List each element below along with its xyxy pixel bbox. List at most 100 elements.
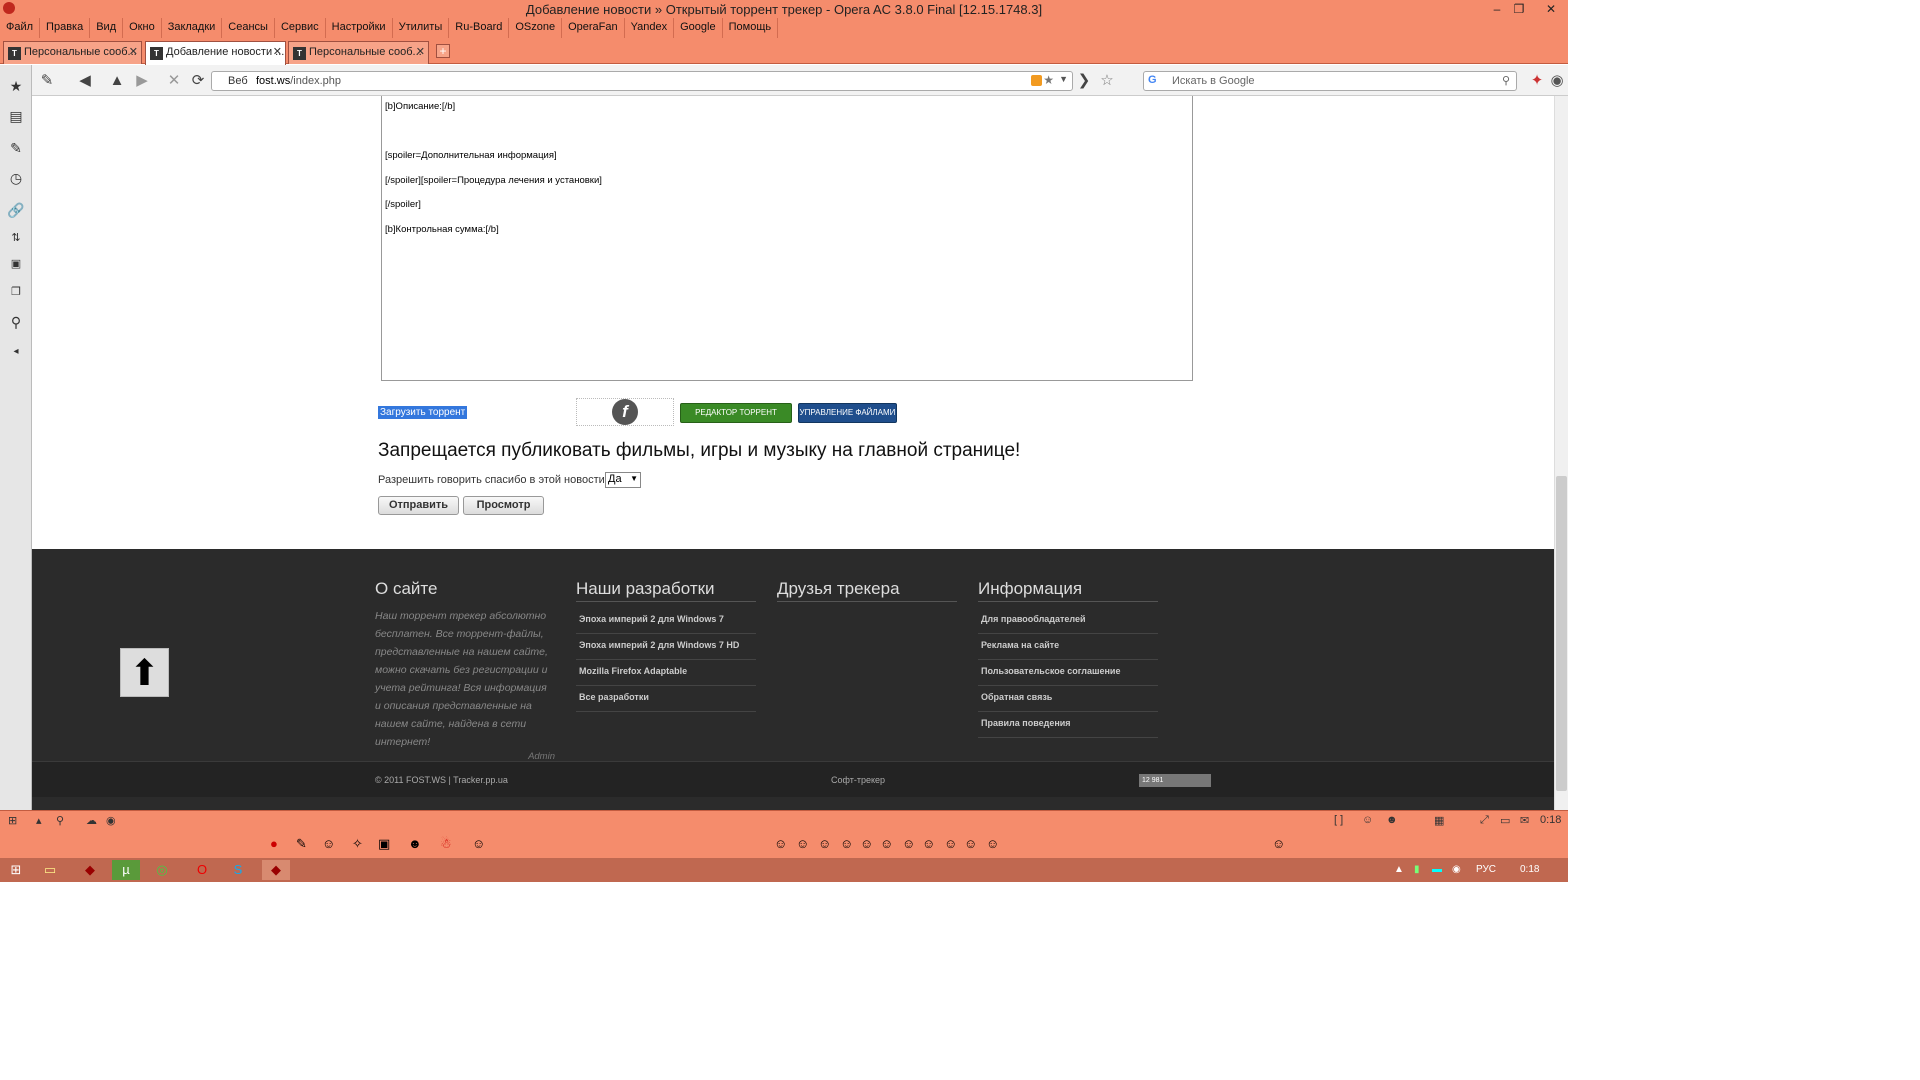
links-panel-icon[interactable]: 🔗 — [7, 201, 25, 219]
close-tab-icon[interactable]: ✕ — [273, 45, 282, 58]
green-app-icon[interactable]: ◎ — [148, 860, 176, 880]
eye-icon[interactable]: ◉ — [1548, 72, 1566, 90]
flash-uploader[interactable]: f — [576, 398, 674, 426]
smiley-settings-icon[interactable]: ☺ — [1272, 836, 1285, 851]
search-input[interactable]: Искать в Google — [1172, 75, 1255, 87]
notes-panel-icon[interactable]: ▣ — [7, 255, 25, 273]
close-tab-icon[interactable]: ✕ — [416, 45, 425, 58]
tray-language[interactable]: РУС — [1476, 864, 1496, 875]
submit-button[interactable]: Отправить — [378, 496, 459, 515]
mail-icon[interactable]: ✉ — [1520, 814, 1529, 827]
smile-5-icon[interactable]: ☺ — [860, 836, 873, 851]
history-panel-icon[interactable]: ◷ — [7, 169, 25, 187]
footer-dev-link[interactable]: Mozilla Firefox Adaptable — [576, 660, 756, 686]
menu-help[interactable]: Помощь — [723, 18, 779, 38]
alert-icon[interactable]: ● — [270, 836, 278, 851]
menu-utilities[interactable]: Утилиты — [393, 18, 450, 38]
opera-ac-icon[interactable]: ◆ — [262, 860, 290, 880]
menu-operafan[interactable]: OperaFan — [562, 18, 625, 38]
smile-8-icon[interactable]: ☺ — [922, 836, 935, 851]
footer-info-link[interactable]: Для правообладателей — [978, 608, 1158, 634]
scrollbar-thumb[interactable] — [1556, 476, 1567, 791]
smiley-icon[interactable]: ☺ — [1362, 814, 1373, 826]
menu-ruboard[interactable]: Ru-Board — [449, 18, 510, 38]
bookmarks-panel-icon[interactable]: ★ — [7, 77, 25, 95]
transfers-panel-icon[interactable]: ⇅ — [7, 229, 25, 247]
screenshot-icon[interactable]: ▣ — [378, 836, 390, 852]
reload-icon[interactable]: ⟳ — [189, 72, 207, 90]
brackets-icon[interactable]: [ ] — [1334, 814, 1343, 826]
search-box[interactable]: G Искать в Google ⚲ — [1143, 71, 1517, 91]
chat-panel-icon[interactable]: ▤ — [7, 107, 25, 125]
tray-network-icon[interactable]: ▬ — [1432, 864, 1442, 875]
forward-icon[interactable]: ▶ — [133, 72, 151, 90]
santa-icon[interactable]: ☃ — [440, 836, 452, 852]
close-tab-icon[interactable]: ✕ — [129, 45, 138, 58]
menu-view[interactable]: Вид — [90, 18, 124, 38]
tray-arrow-icon[interactable]: ▲ — [1394, 864, 1404, 875]
smiley-icon[interactable]: ☺ — [322, 836, 335, 851]
window-icon[interactable]: ▭ — [1500, 814, 1510, 827]
google-icon[interactable]: G — [1148, 74, 1157, 86]
up-icon[interactable]: ▲ — [108, 72, 126, 90]
upload-torrent-link[interactable]: Загрузить торрент — [378, 406, 468, 419]
search-icon[interactable]: ⚲ — [1502, 74, 1510, 87]
menu-google[interactable]: Google — [674, 18, 723, 38]
smile-2-icon[interactable]: ☺ — [796, 836, 809, 851]
menu-settings[interactable]: Настройки — [326, 18, 393, 38]
tray-app-icon[interactable]: ▮ — [1414, 864, 1420, 875]
footer-info-link[interactable]: Обратная связь — [978, 686, 1158, 712]
footer-info-link[interactable]: Реклама на сайте — [978, 634, 1158, 660]
smile-6-icon[interactable]: ☺ — [880, 836, 893, 851]
panel-toggle-icon[interactable]: ◂ — [7, 343, 25, 361]
preview-button[interactable]: Просмотр — [463, 496, 544, 515]
new-tab-icon[interactable]: + — [436, 44, 450, 58]
panels-toggle-icon[interactable]: ⊞ — [8, 814, 17, 827]
pin-red-icon[interactable]: ✦ — [1528, 72, 1546, 90]
widgets-panel-icon[interactable]: ✎ — [7, 139, 25, 157]
go-icon[interactable]: ❯ — [1075, 72, 1093, 90]
opera-icon[interactable]: O — [188, 860, 216, 880]
address-input[interactable]: Веб fost.ws/index.php ★ ▼ — [211, 71, 1073, 91]
menu-file[interactable]: Файл — [0, 18, 41, 38]
skype-icon[interactable]: S — [224, 860, 252, 880]
minimize-icon[interactable]: – — [1486, 0, 1508, 18]
emoticon-icon[interactable]: ☻ — [408, 836, 422, 851]
menu-service[interactable]: Сервис — [275, 18, 326, 38]
tray-volume-icon[interactable]: ◉ — [1452, 864, 1461, 875]
turbo-icon[interactable]: ◉ — [106, 814, 116, 827]
menu-sessions[interactable]: Сеансы — [222, 18, 275, 38]
menu-yandex[interactable]: Yandex — [625, 18, 675, 38]
visit-counter[interactable]: 12 981 — [1139, 774, 1211, 787]
smile-10-icon[interactable]: ☺ — [964, 836, 977, 851]
status-up-icon[interactable]: ▴ — [36, 814, 42, 827]
app-icon[interactable]: ◆ — [76, 860, 104, 880]
history-dropdown-icon[interactable]: ▼ — [1059, 74, 1068, 84]
torrent-editor-button[interactable]: РЕДАКТОР ТОРРЕНТ ФАЙЛА — [680, 403, 792, 435]
speeddial-icon[interactable]: ▦ — [1434, 814, 1444, 827]
footer-info-link[interactable]: Пользовательское соглашение — [978, 660, 1158, 686]
menu-edit[interactable]: Правка — [40, 18, 91, 38]
menu-window[interactable]: Окно — [123, 18, 162, 38]
bookmark-star-icon[interactable]: ☆ — [1098, 72, 1116, 90]
tab-add-news[interactable]: T Добавление новости ... ✕ — [145, 41, 286, 65]
menu-oszone[interactable]: OSzone — [509, 18, 563, 38]
page-scrollbar[interactable] — [1554, 96, 1568, 810]
close-icon[interactable]: ✕ — [1536, 0, 1566, 18]
footer-info-link[interactable]: Правила поведения — [978, 712, 1158, 738]
back-icon[interactable]: ◀ — [76, 72, 94, 90]
search-panel-icon[interactable]: ⚲ — [7, 313, 25, 331]
cloud-icon[interactable]: ☁ — [86, 814, 97, 827]
tab-personal-messages-1[interactable]: T Персональные сооб... ✕ — [3, 41, 142, 64]
footer-dev-link[interactable]: Эпоха империй 2 для Windows 7 HD — [576, 634, 756, 660]
smile-3-icon[interactable]: ☺ — [818, 836, 831, 851]
news-body-textarea[interactable]: [b]Описание:[/b] [spoiler=Дополнительная… — [381, 96, 1193, 381]
explorer-icon[interactable]: ▭ — [36, 860, 64, 880]
tray-clock[interactable]: 0:18 — [1520, 864, 1539, 875]
smile-1-icon[interactable]: ☺ — [774, 836, 787, 851]
smile-7-icon[interactable]: ☺ — [902, 836, 915, 851]
thanks-select[interactable]: Да ▼ — [605, 472, 641, 488]
restore-icon[interactable]: ❐ — [1508, 0, 1530, 18]
fullscreen-icon[interactable]: ⤢ — [1480, 814, 1489, 827]
emoticon-menu-icon[interactable]: ☺ — [472, 836, 485, 851]
